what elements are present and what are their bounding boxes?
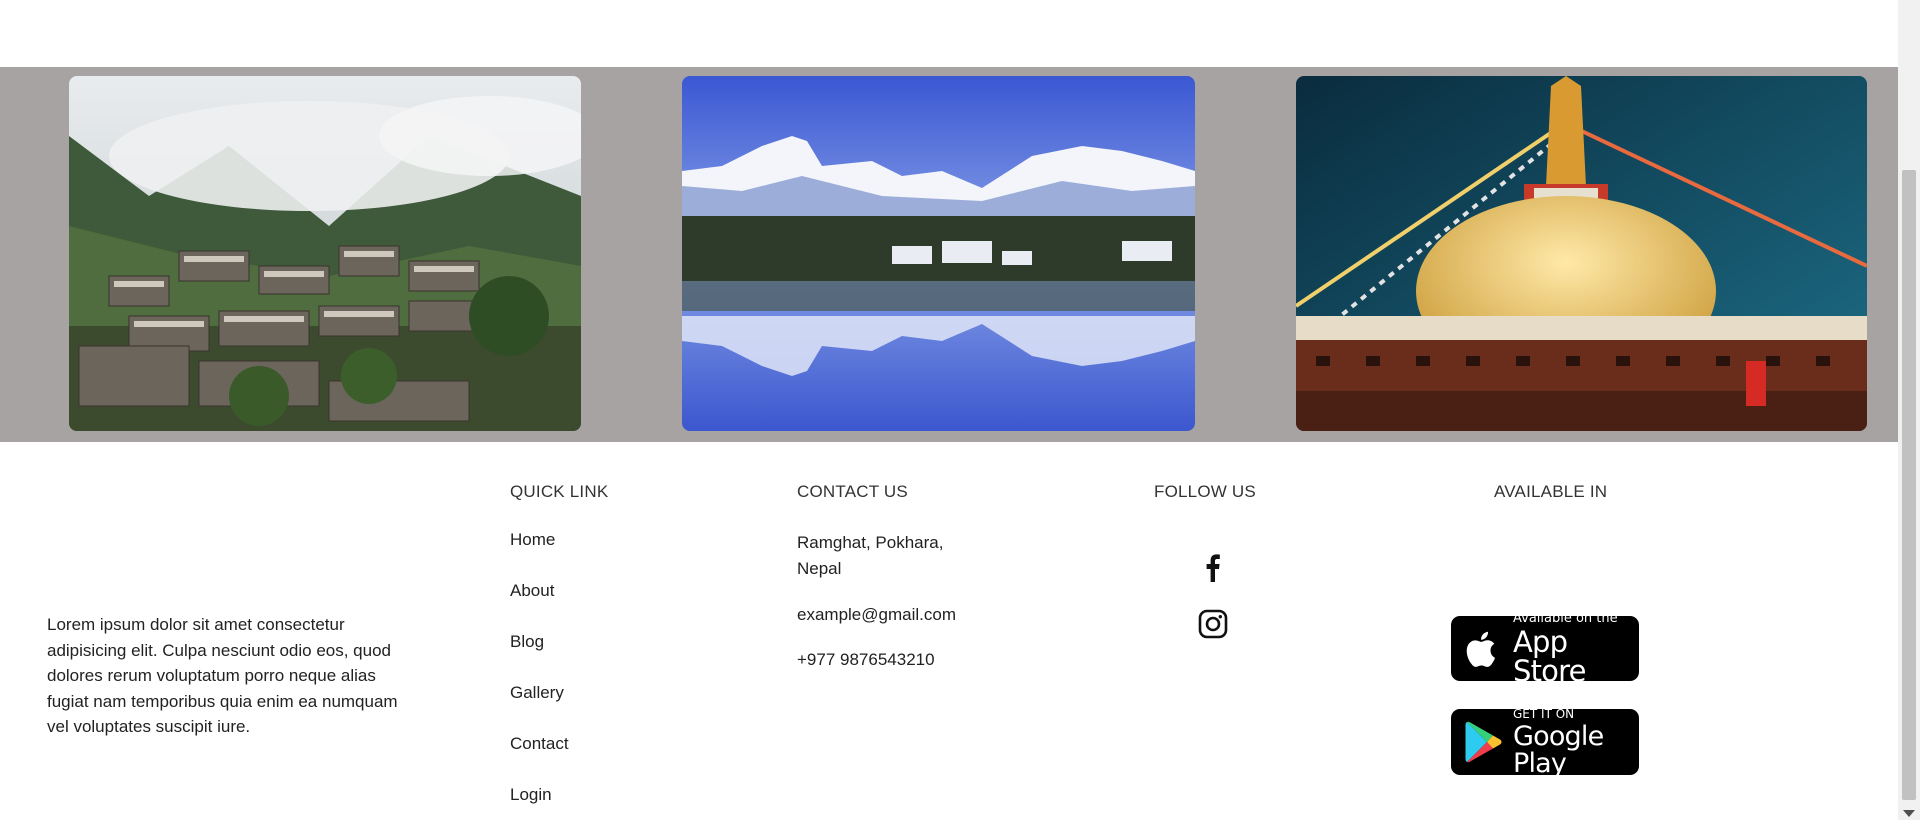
quick-link-heading: QUICK LINK [510,482,609,501]
google-play-badge[interactable]: GET IT ON Google Play [1451,706,1639,779]
contact-email: example@gmail.com [797,605,956,624]
apple-icon [1466,631,1495,667]
follow-us-heading: FOLLOW US [1154,482,1256,501]
mountain-village-photo [69,76,581,431]
scroll-down-arrow-icon[interactable] [1903,810,1915,817]
app-store-small-text: Available on the [1513,610,1618,626]
footer-link-about[interactable]: About [510,581,554,600]
instagram-icon[interactable] [1198,609,1228,639]
social-links [1198,552,1228,666]
top-blank-area [0,0,1898,67]
footer-link-gallery[interactable]: Gallery [510,683,564,702]
available-in-heading: AVAILABLE IN [1494,482,1608,501]
app-store-big-text: App Store [1513,624,1586,688]
footer-link-home[interactable]: Home [510,530,555,549]
footer-link-blog[interactable]: Blog [510,632,544,651]
facebook-icon[interactable] [1198,552,1228,582]
google-play-small-text: GET IT ON [1513,706,1575,721]
contact-address: Ramghat, Pokhara, Nepal [797,533,944,578]
footer-link-login[interactable]: Login [510,785,552,804]
footer-about-text: Lorem ipsum dolor sit amet consectetur a… [47,615,398,736]
contact-us-heading: CONTACT US [797,482,908,501]
page-scrollbar[interactable] [1898,0,1920,820]
mountain-lake-reflection-photo [682,76,1195,431]
photo-gallery [0,67,1898,442]
site-footer: Lorem ipsum dolor sit amet consectetur a… [0,442,1898,820]
app-store-badge[interactable]: Available on the App Store [1451,612,1639,685]
stupa-temple-photo [1296,76,1867,431]
contact-phone: +977 9876543210 [797,650,935,669]
google-play-big-text: Google Play [1513,720,1604,779]
contact-info: Ramghat, Pokhara, Nepal example@gmail.co… [797,530,1037,670]
quick-link-list: Home About Blog Gallery Contact Login [510,530,569,836]
scrollbar-thumb[interactable] [1902,170,1916,800]
footer-link-contact[interactable]: Contact [510,734,569,753]
google-play-icon [1465,721,1502,763]
